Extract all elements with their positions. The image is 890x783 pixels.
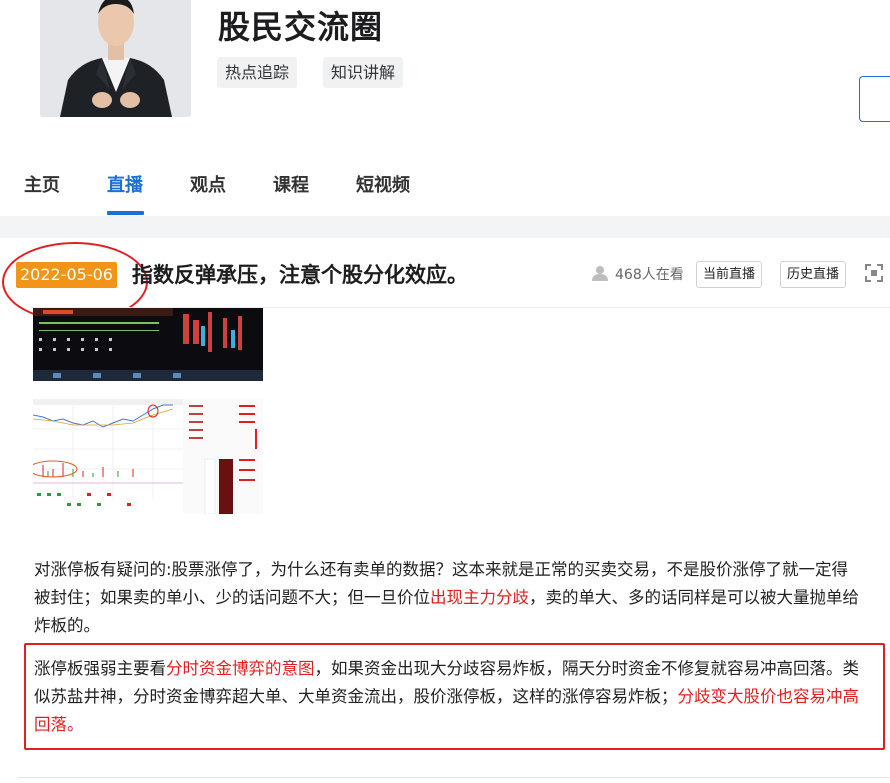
tab-home[interactable]: 主页 [24, 171, 60, 197]
live-title: 指数反弹承压，注意个股分化效应。 [132, 263, 468, 287]
divider [18, 777, 890, 778]
group-title: 股民交流圈 [218, 8, 384, 46]
highlight-text: 分时资金博弈的意图 [166, 659, 315, 678]
host-avatar[interactable] [40, 0, 191, 117]
tag-hot-tracking[interactable]: 热点追踪 [217, 57, 298, 88]
tab-short-video[interactable]: 短视频 [356, 171, 410, 197]
post-paragraph-1: 对涨停板有疑问的:股票涨停了，为什么还有卖单的数据？这本来就是正常的买卖交易，不… [34, 556, 864, 640]
tab-live[interactable]: 直播 [107, 171, 143, 197]
post-text: 涨停板强弱主要看 [34, 659, 166, 678]
viewer-count: 468人在看 [615, 267, 684, 283]
tab-courses[interactable]: 课程 [273, 171, 309, 197]
post-paragraph-2: 涨停板强弱主要看分时资金博弈的意图，如果资金出现大分歧容易炸板，隔天分时资金不修… [34, 655, 864, 739]
active-tab-indicator [107, 211, 144, 215]
fullscreen-icon[interactable] [864, 263, 884, 283]
current-live-button[interactable]: 当前直播 [696, 261, 763, 288]
stock-screenshot-1[interactable] [33, 308, 263, 381]
highlight-text: 出现主力分歧 [430, 588, 529, 607]
viewer-icon [592, 266, 608, 281]
stock-screenshot-2[interactable] [33, 399, 263, 514]
history-live-button[interactable]: 历史直播 [780, 261, 847, 288]
group-header: 股民交流圈 热点追踪 知识讲解 主页 直播 观点 课程 短视频 [0, 0, 890, 216]
follow-button[interactable] [859, 76, 890, 122]
date-badge: 2022-05-06 [16, 262, 117, 288]
tab-views[interactable]: 观点 [190, 171, 226, 197]
tag-knowledge[interactable]: 知识讲解 [323, 57, 404, 88]
